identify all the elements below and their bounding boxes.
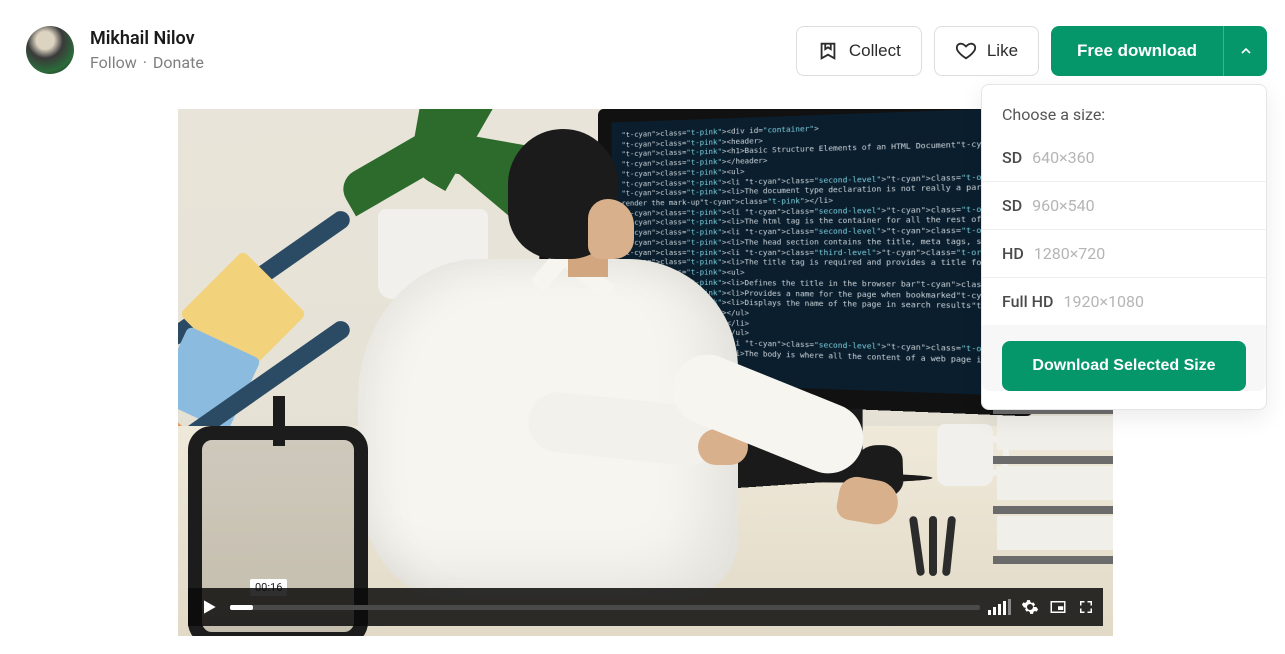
size-option[interactable]: SD 960×540 bbox=[982, 182, 1266, 230]
collect-label: Collect bbox=[849, 41, 901, 61]
pip-button[interactable] bbox=[1049, 598, 1067, 616]
like-label: Like bbox=[987, 41, 1018, 61]
separator-dot: · bbox=[143, 53, 147, 72]
free-download-button[interactable]: Free download bbox=[1051, 26, 1223, 76]
fullscreen-button[interactable] bbox=[1077, 598, 1095, 616]
bookmark-icon bbox=[817, 40, 839, 62]
size-label: HD bbox=[1002, 244, 1024, 263]
size-label: Full HD bbox=[1002, 292, 1053, 311]
follow-link[interactable]: Follow bbox=[90, 53, 137, 72]
video-frame-illustration: $ part of the HTML document. The documen… bbox=[178, 109, 1113, 636]
collect-button[interactable]: Collect bbox=[796, 26, 922, 76]
download-size-dropdown: Choose a size: SD 640×360 SD 960×540 HD 1280×… bbox=[981, 84, 1267, 410]
size-option[interactable]: SD 640×360 bbox=[982, 134, 1266, 182]
size-dimensions: 960×540 bbox=[1032, 196, 1095, 215]
donate-link[interactable]: Donate bbox=[153, 53, 204, 72]
download-size-toggle[interactable] bbox=[1223, 26, 1267, 76]
progress-bar[interactable] bbox=[230, 605, 980, 610]
download-label: Free download bbox=[1077, 41, 1197, 61]
video-player[interactable]: $ part of the HTML document. The documen… bbox=[178, 109, 1113, 636]
like-button[interactable]: Like bbox=[934, 26, 1039, 76]
size-dimensions: 1280×720 bbox=[1034, 244, 1105, 263]
play-button[interactable] bbox=[196, 594, 222, 620]
video-controls bbox=[188, 588, 1103, 626]
size-label: SD bbox=[1002, 196, 1022, 215]
size-option[interactable]: Full HD 1920×1080 bbox=[982, 278, 1266, 325]
size-option[interactable]: HD 1280×720 bbox=[982, 230, 1266, 278]
size-dimensions: 640×360 bbox=[1032, 148, 1095, 167]
dropdown-title: Choose a size: bbox=[982, 105, 1266, 134]
size-dimensions: 1920×1080 bbox=[1063, 292, 1143, 311]
pip-icon bbox=[1049, 598, 1067, 616]
fullscreen-icon bbox=[1077, 598, 1095, 616]
volume-control[interactable] bbox=[988, 599, 1011, 615]
download-selected-size-button[interactable]: Download Selected Size bbox=[1002, 341, 1246, 391]
gear-icon bbox=[1021, 598, 1039, 616]
author-name[interactable]: Mikhail Nilov bbox=[90, 28, 204, 49]
play-icon bbox=[199, 597, 219, 617]
chevron-up-icon bbox=[1238, 43, 1254, 59]
heart-icon bbox=[955, 40, 977, 62]
author-avatar[interactable] bbox=[26, 26, 74, 74]
settings-button[interactable] bbox=[1021, 598, 1039, 616]
size-label: SD bbox=[1002, 148, 1022, 167]
